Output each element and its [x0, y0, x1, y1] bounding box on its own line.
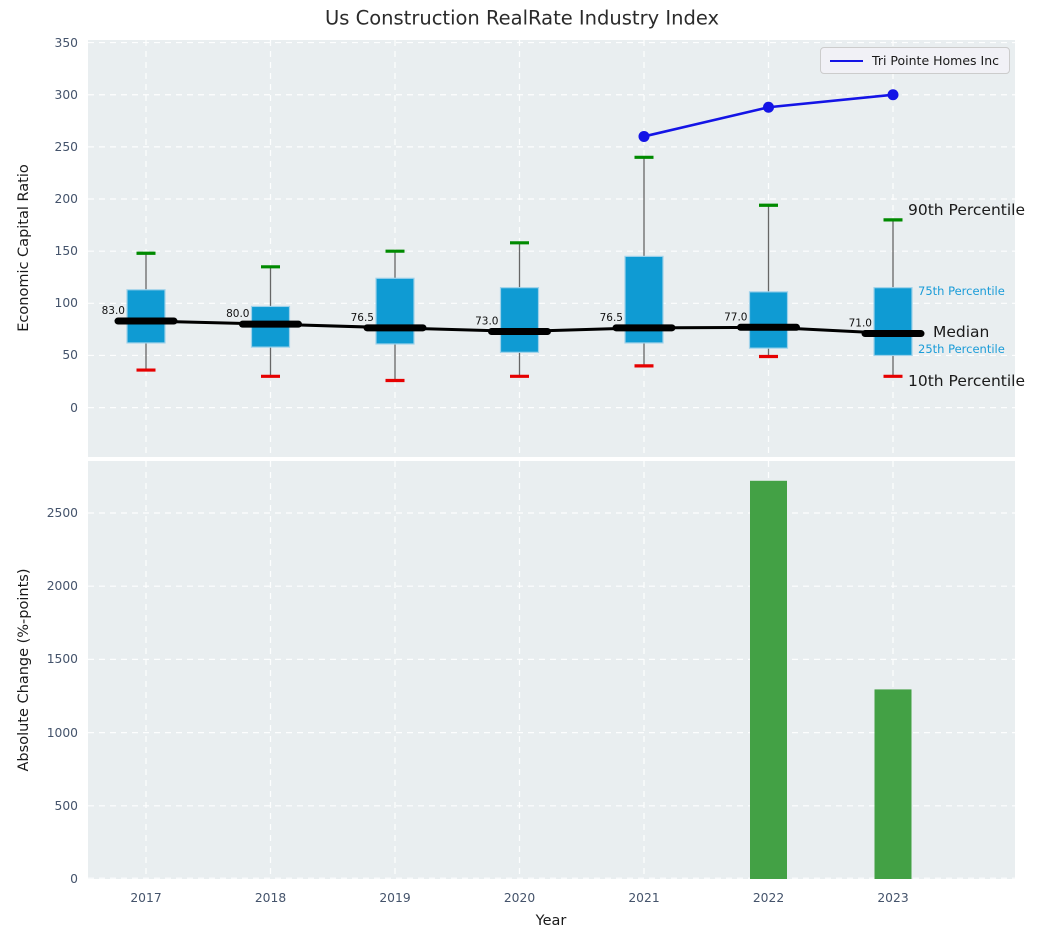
- plot-background: [88, 40, 1015, 457]
- median-value-label: 76.5: [351, 312, 374, 324]
- annotation-75th-percentile: 75th Percentile: [918, 284, 1005, 298]
- iqr-box: [873, 287, 913, 357]
- iqr-box: [499, 287, 540, 353]
- bar: [750, 480, 787, 879]
- x-tick-label: 2022: [752, 891, 785, 905]
- boxplot-panel: 83.0 80.0 76.5 73.0 76.5 77.0 71.0: [88, 40, 1015, 457]
- x-tick-label: 2018: [254, 891, 287, 905]
- chart-figure: Us Construction RealRate Industry Index …: [0, 0, 1041, 942]
- x-tick-label: 2017: [130, 891, 162, 905]
- bottom-y-axis-label: Absolute Change (%-points): [16, 568, 32, 772]
- iqr-box: [375, 277, 415, 345]
- x-tick-label: 2019: [379, 891, 411, 905]
- y-tick-label: 2000: [46, 579, 78, 594]
- annotation-90th-percentile: 90th Percentile: [908, 201, 1026, 219]
- y-tick-label: 0: [70, 872, 78, 886]
- y-tick-label: 1500: [46, 652, 78, 667]
- y-tick-label: 200: [54, 192, 78, 207]
- y-tick-label: 500: [54, 798, 78, 813]
- iqr-box: [126, 289, 166, 344]
- company-marker: [887, 89, 899, 101]
- median-value-label: 83.0: [102, 305, 125, 317]
- y-tick-label: 250: [54, 139, 78, 154]
- legend-label: Tri Pointe Homes Inc: [872, 53, 999, 68]
- x-tick-label: 2023: [877, 891, 909, 905]
- median-value-label: 73.0: [475, 315, 498, 327]
- bar-canvas: [88, 461, 1015, 879]
- median-value-label: 77.0: [724, 311, 747, 323]
- y-tick-label: 2500: [46, 506, 78, 520]
- annotation-median: Median: [933, 323, 990, 341]
- y-tick-label: 350: [54, 35, 78, 50]
- iqr-box: [748, 291, 789, 349]
- boxplot-canvas: 83.0 80.0 76.5 73.0 76.5 77.0 71.0: [88, 40, 1015, 457]
- bar-panel: [88, 461, 1015, 879]
- y-tick-label: 1000: [46, 725, 78, 740]
- y-tick-label: 0: [70, 400, 78, 415]
- y-tick-label: 100: [54, 296, 78, 311]
- legend: Tri Pointe Homes Inc: [820, 47, 1010, 74]
- legend-line-swatch-icon: [830, 59, 864, 62]
- y-tick-label: 50: [62, 348, 78, 363]
- x-tick-label: 2021: [628, 891, 660, 905]
- median-value-label: 76.5: [600, 312, 623, 324]
- y-tick-label: 300: [54, 87, 78, 102]
- annotation-25th-percentile: 25th Percentile: [918, 342, 1005, 356]
- annotation-10th-percentile: 10th Percentile: [908, 372, 1026, 390]
- median-value-label: 71.0: [849, 318, 872, 330]
- x-tick-label: 2020: [503, 891, 536, 905]
- chart-title: Us Construction RealRate Industry Index: [324, 6, 720, 30]
- bar: [874, 689, 912, 879]
- company-marker: [638, 130, 650, 142]
- y-tick-label: 150: [54, 244, 78, 259]
- median-value-label: 80.0: [226, 308, 249, 320]
- company-marker: [763, 101, 774, 113]
- x-axis-label: Year: [535, 913, 567, 929]
